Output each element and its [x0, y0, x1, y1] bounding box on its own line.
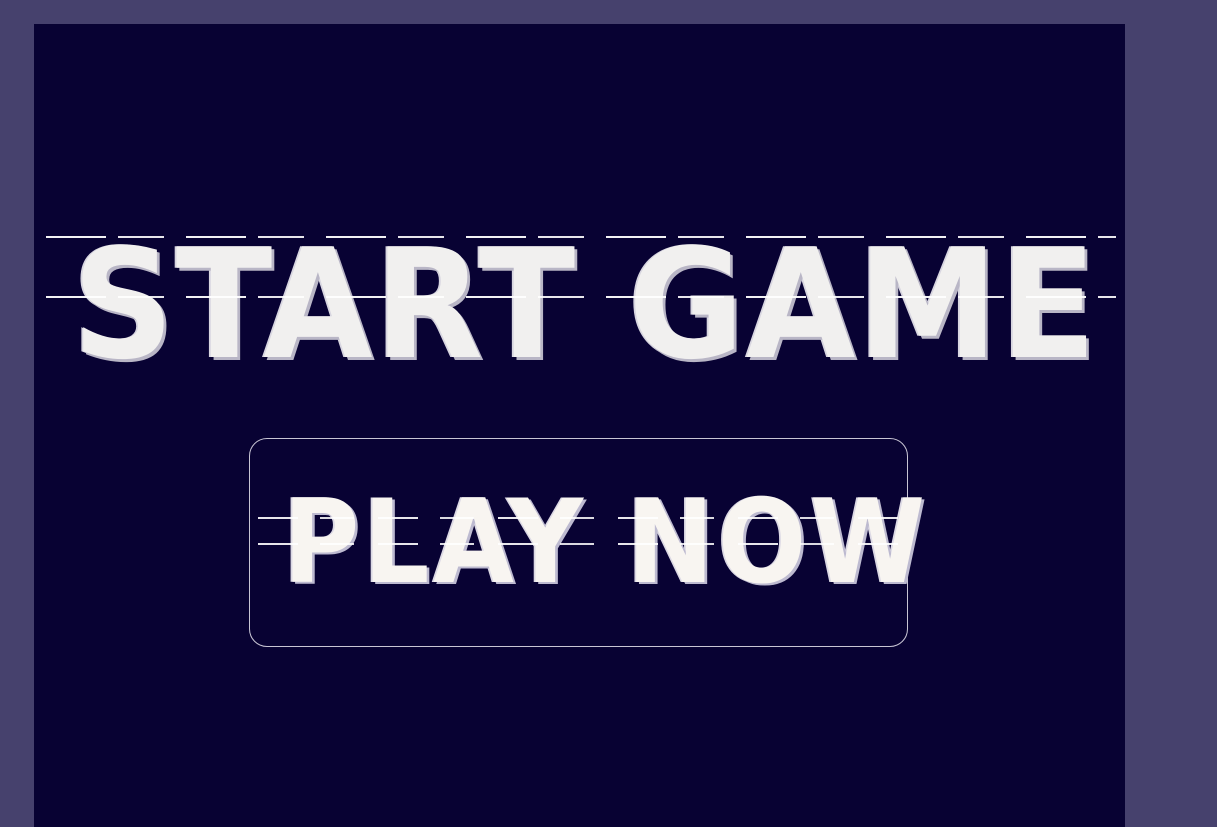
button-glitch-line-bottom	[258, 543, 898, 545]
title-glitch-line-top	[46, 236, 1116, 238]
game-screen: START GAME PLAY NOW	[34, 24, 1125, 827]
play-now-button[interactable]: PLAY NOW	[249, 438, 925, 647]
title-glitch-line-middle	[46, 296, 1116, 298]
game-title: START GAME	[72, 216, 1099, 393]
button-glitch-line-top	[258, 517, 898, 519]
